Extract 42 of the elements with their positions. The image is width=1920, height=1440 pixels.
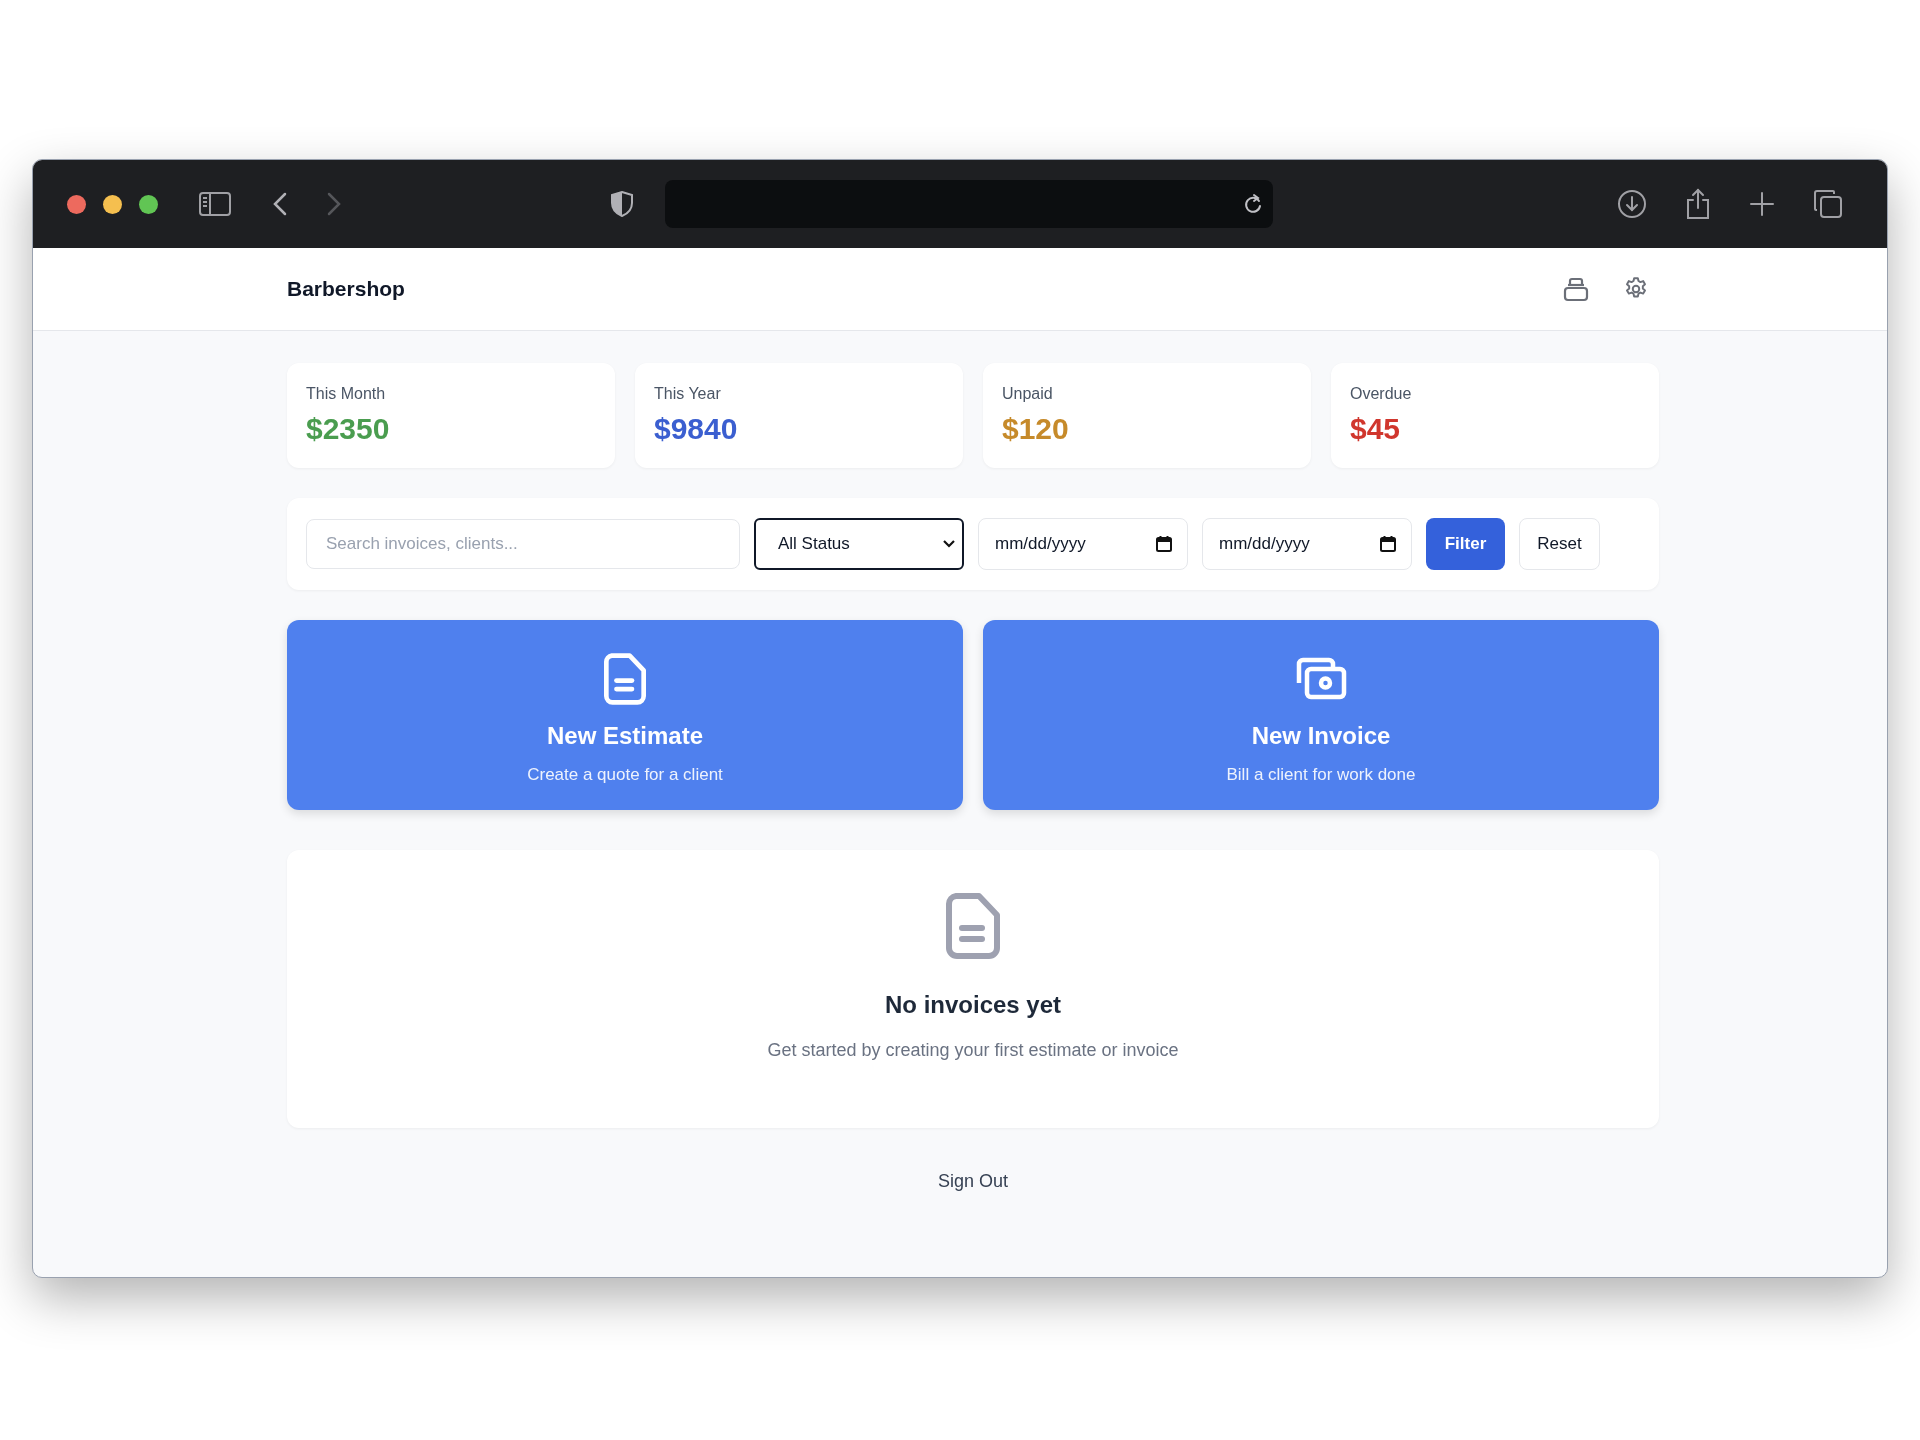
inbox-stack-icon[interactable]	[1563, 276, 1589, 302]
empty-state-message: Get started by creating your first estimate or invoice	[767, 1039, 1179, 1062]
action-card[interactable]: New Invoice Bill a client for work done	[983, 620, 1659, 810]
stat-value: $120	[1002, 411, 1070, 447]
maximize-window-button[interactable]	[139, 194, 158, 214]
download-icon[interactable]	[1617, 189, 1647, 219]
minimize-window-button[interactable]	[103, 194, 122, 214]
action-subtitle: Create a quote for a client	[527, 764, 723, 786]
plus-icon[interactable]	[1749, 191, 1775, 217]
stat-label: This Month	[306, 384, 387, 404]
sidebar-icon[interactable]	[199, 192, 231, 216]
back-icon[interactable]	[273, 192, 287, 216]
share-icon[interactable]	[1685, 188, 1711, 220]
tabs-icon[interactable]	[1813, 189, 1843, 219]
document-icon	[946, 893, 1000, 959]
calendar-icon[interactable]	[1156, 536, 1172, 552]
filter-button[interactable]: Filter	[1426, 518, 1505, 570]
stat-value: $45	[1350, 411, 1402, 447]
date-from-field[interactable]: mm/dd/yyyy	[978, 518, 1188, 570]
stat-label: Overdue	[1350, 384, 1413, 404]
reset-button[interactable]: Reset	[1519, 518, 1600, 570]
action-subtitle: Bill a client for work done	[1226, 764, 1416, 786]
shield-icon[interactable]	[611, 191, 633, 217]
calendar-icon[interactable]	[1380, 536, 1396, 552]
cash-icon	[1295, 657, 1347, 701]
date-to-field[interactable]: mm/dd/yyyy	[1202, 518, 1412, 570]
close-window-button[interactable]	[67, 194, 86, 214]
sign-out-link[interactable]: Sign Out	[937, 1168, 1008, 1195]
stat-value: $9840	[654, 411, 739, 447]
status-select[interactable]: All Status	[754, 518, 964, 570]
app-title: Barbershop	[287, 276, 405, 303]
reload-icon[interactable]	[1243, 193, 1263, 215]
empty-state-title: No invoices yet	[884, 990, 1062, 1020]
action-card[interactable]: New Estimate Create a quote for a client	[287, 620, 963, 810]
stat-value: $2350	[306, 411, 391, 447]
stat-label: Unpaid	[1002, 384, 1054, 404]
action-title: New Invoice	[1251, 721, 1391, 751]
stat-label: This Year	[654, 384, 722, 404]
document-icon	[604, 653, 646, 705]
search-field[interactable]: Search invoices, clients...	[306, 519, 740, 569]
chevron-down-icon	[942, 539, 956, 549]
action-title: New Estimate	[546, 721, 704, 751]
